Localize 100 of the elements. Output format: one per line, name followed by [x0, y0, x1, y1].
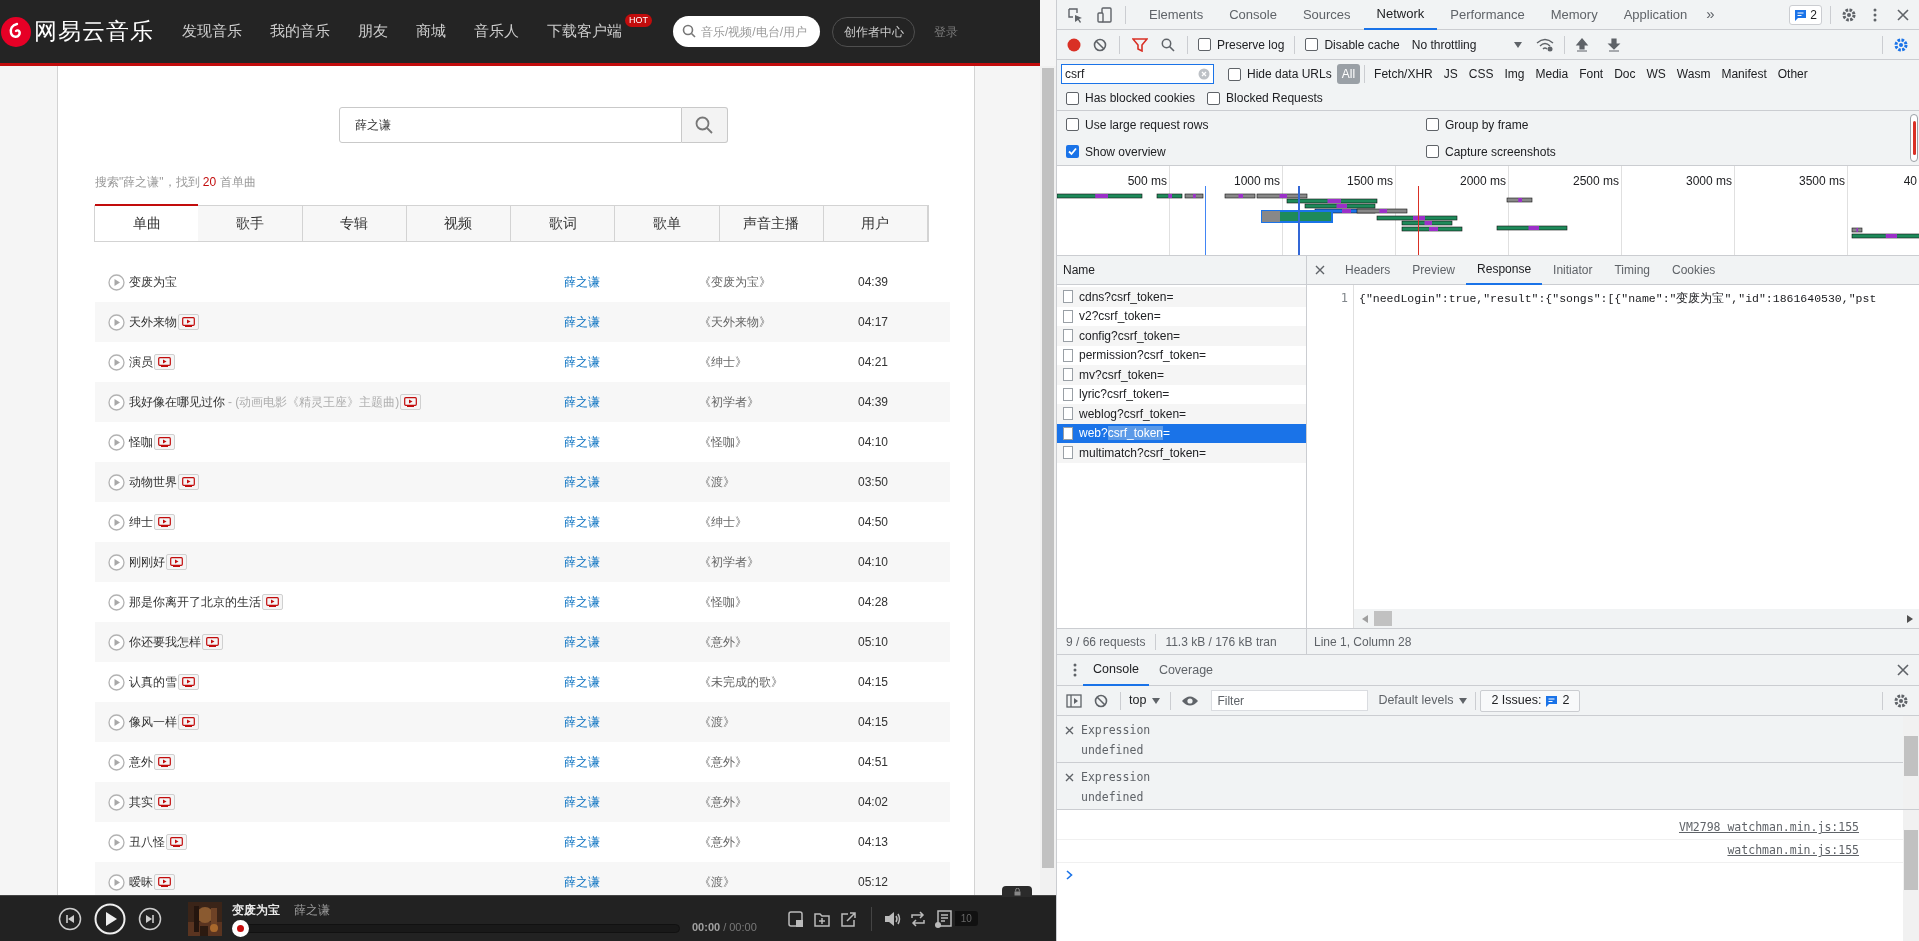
mv-icon[interactable]: [154, 874, 175, 890]
artist-link[interactable]: 薛之谦: [564, 473, 701, 491]
close-icon[interactable]: [1897, 8, 1909, 21]
drawer-tab[interactable]: Coverage: [1148, 654, 1224, 686]
checkbox[interactable]: [1066, 118, 1079, 131]
artist-link[interactable]: 薛之谦: [564, 673, 701, 691]
result-tab[interactable]: 声音主播: [719, 205, 824, 241]
album-link[interactable]: 《渡》: [699, 713, 858, 731]
song-title[interactable]: 演员: [129, 353, 153, 371]
checkbox[interactable]: [1066, 145, 1079, 158]
album-link[interactable]: 《初学者》: [699, 553, 858, 571]
devtools-tab[interactable]: Performance: [1437, 0, 1538, 30]
album-link[interactable]: 《未完成的歌》: [699, 673, 858, 691]
checkbox[interactable]: [1207, 91, 1221, 105]
song-title[interactable]: 你还要我怎样: [129, 633, 201, 651]
mv-icon[interactable]: [178, 714, 199, 730]
song-title[interactable]: 认真的雪: [129, 673, 177, 691]
clear-icon[interactable]: [1094, 693, 1108, 708]
search-button[interactable]: [681, 107, 728, 143]
album-link[interactable]: 《绅士》: [699, 353, 858, 371]
mv-icon[interactable]: [166, 554, 187, 570]
album-link[interactable]: 《绅士》: [699, 513, 858, 531]
result-tab[interactable]: 单曲: [95, 204, 199, 241]
type-filter-button[interactable]: Img: [1499, 64, 1530, 84]
result-tab[interactable]: 专辑: [302, 205, 407, 241]
checkbox[interactable]: [1198, 38, 1211, 51]
previous-icon[interactable]: [58, 906, 82, 931]
song-title[interactable]: 意外: [129, 753, 153, 771]
track-artist[interactable]: 薛之谦: [294, 901, 330, 919]
request-row[interactable]: cdns?csrf_token=: [1057, 287, 1306, 307]
devtools-tab[interactable]: Elements: [1136, 0, 1217, 30]
detail-tab[interactable]: Headers: [1334, 255, 1402, 285]
checkbox[interactable]: [1228, 67, 1241, 81]
nav-link[interactable]: 商城: [416, 20, 446, 43]
upload-icon[interactable]: [1574, 37, 1589, 52]
settings-icon[interactable]: [1893, 692, 1909, 709]
artist-link[interactable]: 薛之谦: [564, 833, 701, 851]
result-tab[interactable]: 歌词: [511, 205, 616, 241]
request-row[interactable]: multimatch?csrf_token=: [1057, 443, 1306, 463]
issues-button[interactable]: 2: [1789, 4, 1822, 25]
type-filter-button[interactable]: Other: [1772, 64, 1813, 84]
type-filter-button[interactable]: CSS: [1463, 64, 1499, 84]
mv-icon[interactable]: [178, 474, 199, 490]
mv-icon[interactable]: [262, 594, 283, 610]
share-icon[interactable]: [838, 909, 857, 928]
artist-link[interactable]: 薛之谦: [564, 433, 701, 451]
levels-dropdown[interactable]: Default levels: [1378, 691, 1468, 710]
throttling-dropdown[interactable]: No throttling: [1411, 35, 1522, 54]
request-row[interactable]: web?csrf_token=: [1057, 423, 1306, 443]
album-link[interactable]: 《天外来物》: [699, 313, 858, 331]
context-dropdown[interactable]: top: [1129, 691, 1161, 710]
filter-field[interactable]: Filter: [1211, 690, 1369, 711]
artist-link[interactable]: 薛之谦: [564, 273, 701, 291]
more-menu-icon[interactable]: [1873, 7, 1877, 22]
detail-tab[interactable]: Initiator: [1542, 255, 1604, 285]
type-filter-button[interactable]: Media: [1530, 64, 1574, 84]
album-link[interactable]: 《意外》: [699, 633, 858, 651]
request-row[interactable]: weblog?csrf_token=: [1057, 404, 1306, 424]
album-link[interactable]: 《渡》: [699, 473, 858, 491]
scroll-thumb[interactable]: [1374, 611, 1392, 626]
mv-icon[interactable]: [154, 514, 175, 530]
type-filter-button[interactable]: WS: [1641, 64, 1671, 84]
request-row[interactable]: config?csrf_token=: [1057, 326, 1306, 346]
artist-link[interactable]: 薛之谦: [564, 313, 701, 331]
record-icon[interactable]: [1067, 37, 1081, 52]
checkbox[interactable]: [1426, 145, 1439, 158]
picture-in-picture-icon[interactable]: [786, 909, 805, 928]
source-link[interactable]: VM2798 watchman.min.js:155: [1679, 819, 1859, 837]
result-tab[interactable]: 视频: [406, 205, 511, 241]
close-icon[interactable]: [1065, 726, 1074, 735]
result-tab[interactable]: 用户: [823, 205, 928, 241]
close-icon[interactable]: [1065, 773, 1074, 782]
type-filter-button[interactable]: Fetch/XHR: [1369, 64, 1438, 84]
type-filter-button[interactable]: Manifest: [1716, 64, 1772, 84]
clear-icon[interactable]: [1093, 37, 1107, 52]
devtools-tab[interactable]: Application: [1610, 0, 1701, 30]
scrollbar[interactable]: [1040, 66, 1056, 895]
mv-icon[interactable]: [178, 674, 199, 690]
type-filter-button[interactable]: Doc: [1609, 64, 1641, 84]
song-title[interactable]: 天外来物: [129, 313, 177, 331]
song-title[interactable]: 暧昧: [129, 873, 153, 891]
download-icon[interactable]: [1606, 37, 1621, 52]
artist-link[interactable]: 薛之谦: [564, 353, 701, 371]
search-icon[interactable]: [1161, 37, 1175, 52]
devtools-tab[interactable]: Console: [1216, 0, 1290, 30]
sidebar-toggle-icon[interactable]: [1066, 693, 1082, 708]
song-title[interactable]: 其实: [129, 793, 153, 811]
album-link[interactable]: 《怪咖》: [699, 593, 858, 611]
settings-icon[interactable]: [1841, 6, 1857, 23]
artist-link[interactable]: 薛之谦: [564, 633, 701, 651]
mv-icon[interactable]: [154, 794, 175, 810]
checkbox[interactable]: [1426, 118, 1439, 131]
artist-link[interactable]: 薛之谦: [564, 513, 701, 531]
settings-icon[interactable]: [1893, 36, 1909, 53]
album-link[interactable]: 《渡》: [699, 873, 858, 891]
search-input[interactable]: 薛之谦: [338, 107, 682, 143]
nav-link[interactable]: 我的音乐: [270, 20, 330, 43]
artist-link[interactable]: 薛之谦: [564, 393, 701, 411]
expression-label[interactable]: Expression: [1081, 769, 1151, 787]
detail-tab[interactable]: Preview: [1401, 255, 1467, 285]
